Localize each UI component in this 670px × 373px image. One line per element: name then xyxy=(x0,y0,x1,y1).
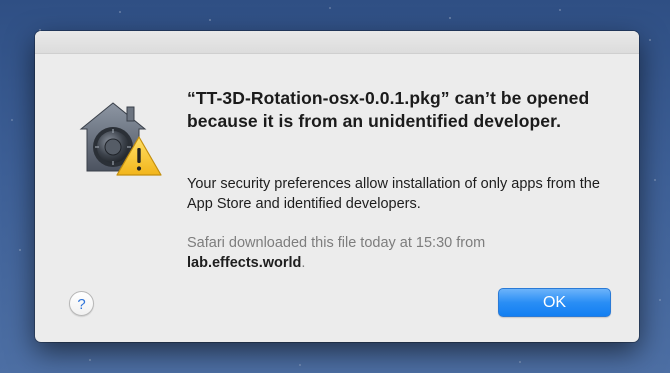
alert-dialog: “TT-3D-Rotation-osx-0.0.1.pkg” can’t be … xyxy=(35,31,639,342)
alert-headline: “TT-3D-Rotation-osx-0.0.1.pkg” can’t be … xyxy=(187,88,590,131)
help-button[interactable]: ? xyxy=(69,291,94,316)
gatekeeper-warning-icon xyxy=(75,95,165,179)
ok-button[interactable]: OK xyxy=(498,288,611,317)
help-icon: ? xyxy=(77,295,86,313)
download-source-suffix: . xyxy=(301,255,306,271)
download-source-prefix: Safari downloaded this file today at 15:… xyxy=(187,235,486,251)
download-source-domain: lab.effects.world xyxy=(187,255,302,271)
dialog-titlebar xyxy=(35,31,639,54)
alert-informative-text: Your security preferences allow installa… xyxy=(187,176,600,212)
download-source-text: Safari downloaded this file today at 15:… xyxy=(187,233,607,273)
